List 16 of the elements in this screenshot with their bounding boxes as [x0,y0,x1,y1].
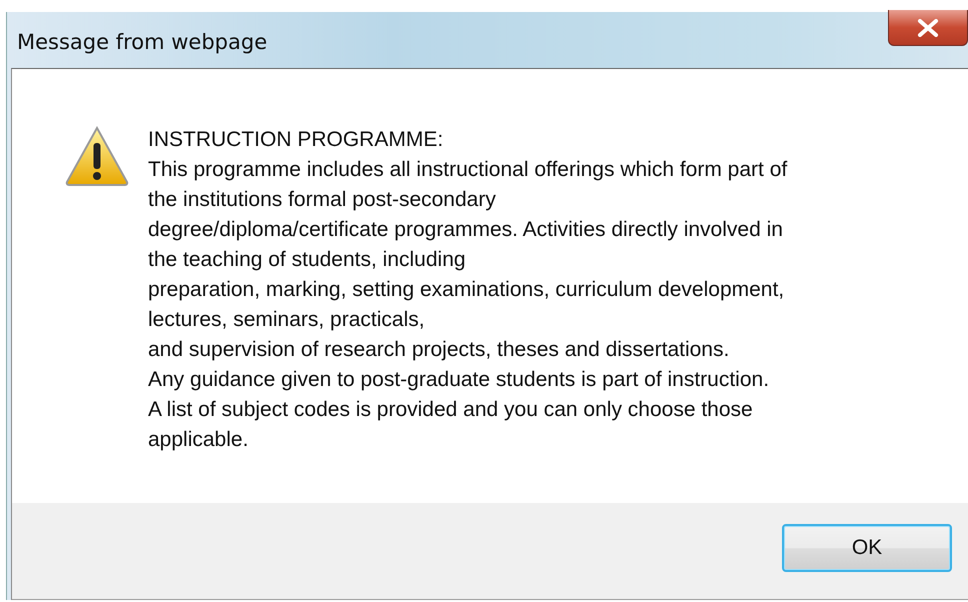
message-text: lectures, seminars, practicals, [148,307,426,333]
close-icon [917,18,939,36]
message-text: Any guidance given to post-graduate students is part of instruction. [148,367,770,393]
ok-button[interactable]: OK [782,524,952,572]
window-title: Message from webpage [16,30,268,54]
message-text: the teaching of students, including [148,247,467,273]
message-text: applicable. [148,427,250,453]
message-text: and supervision of research projects, theses and dissertations. [148,337,730,363]
warning-icon [64,125,130,187]
message-text: INSTRUCTION PROGRAMME: [148,127,444,153]
message-text: This programme includes all instructional offerings which form part of [148,157,788,183]
message-text: preparation, marking, setting examinations, curriculum development, [148,277,786,303]
message-text: the institutions formal post-secondary [148,187,497,213]
message-text: degree/diploma/certificate programmes. Activities directly involved in [148,217,784,243]
message-text: A list of subject codes is provided and you can only choose those [148,397,754,423]
close-button[interactable] [888,10,968,46]
